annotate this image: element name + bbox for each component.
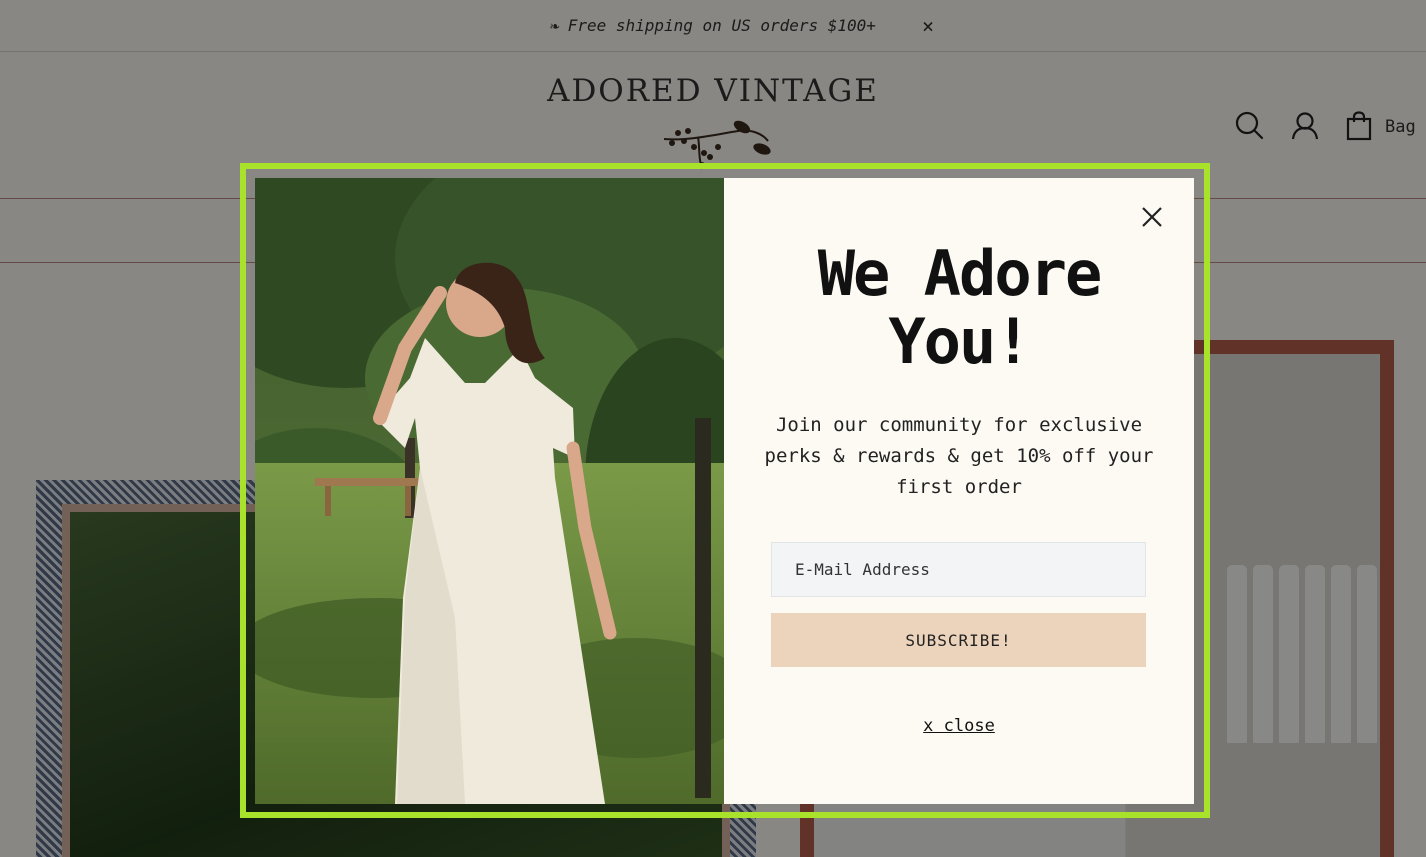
email-field[interactable] xyxy=(771,542,1146,597)
popup-panel: We Adore You! Join our community for exc… xyxy=(724,178,1194,804)
close-icon[interactable] xyxy=(1141,206,1163,228)
popup-photo xyxy=(255,178,724,804)
headline-line-2: You! xyxy=(888,305,1031,378)
woman-in-dress-image xyxy=(255,178,724,804)
subscribe-button[interactable]: SUBSCRIBE! xyxy=(771,613,1146,667)
headline-line-1: We Adore xyxy=(817,237,1103,310)
close-link[interactable]: x close xyxy=(724,716,1194,736)
popup-headline: We Adore You! xyxy=(724,240,1194,376)
popup-subtitle: Join our community for exclusive perks &… xyxy=(764,414,1154,498)
